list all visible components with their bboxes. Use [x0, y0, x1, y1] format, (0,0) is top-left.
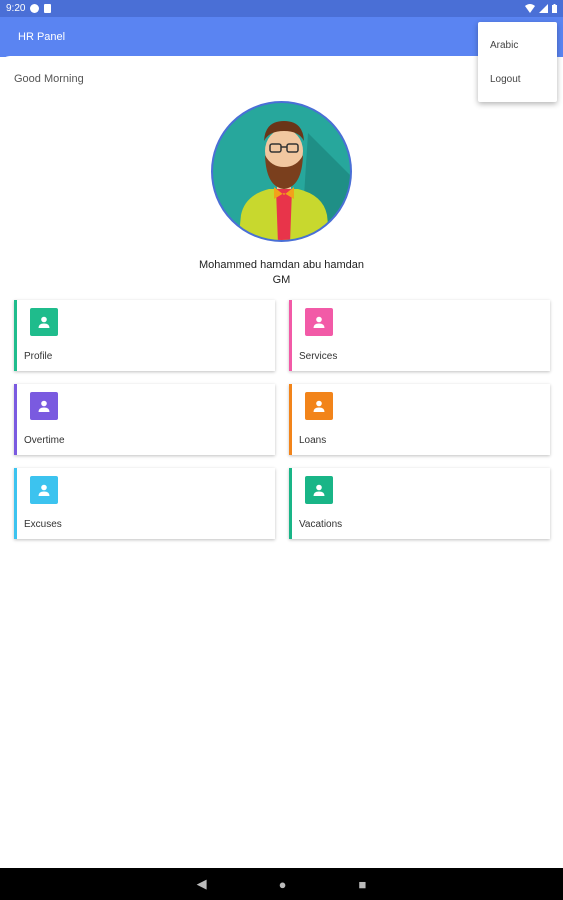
wifi-icon — [525, 4, 535, 13]
profile-card[interactable]: Profile — [14, 300, 275, 371]
person-icon — [30, 392, 58, 420]
card-label: Services — [299, 351, 338, 362]
system-nav-bar: ◀ ● ■ — [0, 868, 563, 900]
avatar — [211, 101, 352, 242]
loans-card[interactable]: Loans — [289, 384, 550, 455]
battery-icon — [552, 4, 557, 13]
home-icon[interactable]: ● — [279, 877, 287, 892]
status-time: 9:20 — [6, 3, 26, 14]
card-label: Profile — [24, 351, 53, 362]
person-icon — [305, 308, 333, 336]
card-label: Vacations — [299, 519, 343, 530]
recents-icon[interactable]: ■ — [359, 877, 367, 892]
user-role: GM — [272, 274, 291, 286]
card-label: Loans — [299, 435, 327, 446]
status-bar: 9:20 — [0, 0, 563, 17]
menu-item-arabic[interactable]: Arabic — [490, 40, 518, 51]
card-label: Excuses — [24, 519, 62, 530]
avatar-illustration — [238, 121, 350, 240]
app-title: HR Panel — [18, 31, 66, 43]
user-name: Mohammed hamdan abu hamdan — [198, 259, 365, 271]
person-icon — [305, 476, 333, 504]
main-content: Good Morning Mohammed hamdan abu hamdan … — [0, 56, 563, 868]
person-icon — [30, 476, 58, 504]
person-icon — [305, 392, 333, 420]
overflow-menu: Arabic Logout — [478, 22, 557, 102]
signal-icon — [539, 4, 548, 13]
notification-icon — [30, 4, 40, 13]
sim-icon — [44, 4, 52, 13]
greeting-text: Good Morning — [14, 73, 84, 85]
card-label: Overtime — [24, 435, 65, 446]
excuses-card[interactable]: Excuses — [14, 468, 275, 539]
person-icon — [30, 308, 58, 336]
vacations-card[interactable]: Vacations — [289, 468, 550, 539]
services-card[interactable]: Services — [289, 300, 550, 371]
menu-item-logout[interactable]: Logout — [490, 74, 521, 85]
overtime-card[interactable]: Overtime — [14, 384, 275, 455]
back-icon[interactable]: ◀ — [197, 876, 207, 892]
